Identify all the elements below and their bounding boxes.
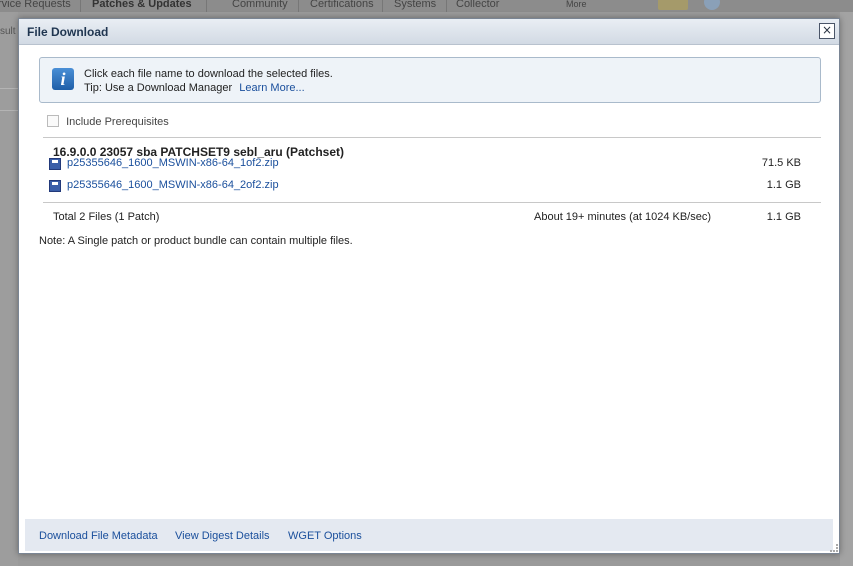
bg-tab-more: More [566,0,587,9]
dialog-title: File Download [27,25,109,39]
bg-tab-collector: Collector [456,0,500,10]
background-nav: rvice Requests Patches & Updates Communi… [0,0,853,12]
bg-tab-separator [80,0,81,12]
bg-left-text: sult [0,26,16,37]
bg-tab-separator [298,0,299,12]
include-prerequisites[interactable]: Include Prerequisites [47,115,169,128]
include-prerequisites-checkbox[interactable] [47,115,59,127]
download-file-metadata-link[interactable]: Download File Metadata [39,530,158,542]
info-icon: i [52,68,74,90]
floppy-disk-icon [49,180,61,192]
bg-tab-patches: Patches & Updates [92,0,192,10]
bg-settings-icon [704,0,720,10]
file-download-dialog: File Download × i Click each file name t… [18,18,840,554]
bg-tab-service-requests: rvice Requests [0,0,71,10]
wget-options-link[interactable]: WGET Options [288,530,362,542]
file-link-2[interactable]: p25355646_1600_MSWIN-x86-64_2of2.zip [67,179,279,191]
bg-favorites-icon [658,0,688,10]
estimated-time: About 19+ minutes (at 1024 KB/sec) [534,211,712,223]
background-left-panel: sult [0,12,18,566]
divider [43,137,821,138]
divider [43,202,821,203]
total-files: Total 2 Files (1 Patch) [53,211,160,223]
close-button[interactable]: × [819,23,835,39]
resize-grip-icon[interactable] [830,544,838,552]
info-box: i Click each file name to download the s… [39,57,821,103]
bg-tab-separator [206,0,207,12]
bg-tab-separator [446,0,447,12]
total-size: 1.1 GB [766,211,801,223]
dialog-footer: Download File Metadata View Digest Detai… [25,519,833,551]
tip-text: Tip: Use a Download Manager [84,82,233,94]
file-size: 71.5 KB [761,157,801,169]
info-message: Click each file name to download the sel… [84,68,333,80]
bg-tab-community: Community [232,0,288,10]
file-size: 1.1 GB [766,179,801,191]
note-text: Note: A Single patch or product bundle c… [39,235,353,247]
bg-tab-separator [382,0,383,12]
include-prerequisites-label: Include Prerequisites [66,116,169,128]
bg-divider [0,110,18,111]
file-row: p25355646_1600_MSWIN-x86-64_2of2.zip 1.1… [49,179,801,195]
info-tip: Tip: Use a Download Manager Learn More..… [84,82,305,94]
background-right-panel [840,12,853,566]
bg-divider [0,88,18,89]
background-bottom [18,556,840,566]
view-digest-details-link[interactable]: View Digest Details [175,530,270,542]
learn-more-link[interactable]: Learn More... [239,82,304,94]
floppy-disk-icon [49,158,61,170]
file-link-1[interactable]: p25355646_1600_MSWIN-x86-64_1of2.zip [67,157,279,169]
dialog-header: File Download × [19,19,839,45]
bg-tab-systems: Systems [394,0,437,10]
bg-tab-certifications: Certifications [310,0,374,10]
file-row: p25355646_1600_MSWIN-x86-64_1of2.zip 71.… [49,157,801,173]
